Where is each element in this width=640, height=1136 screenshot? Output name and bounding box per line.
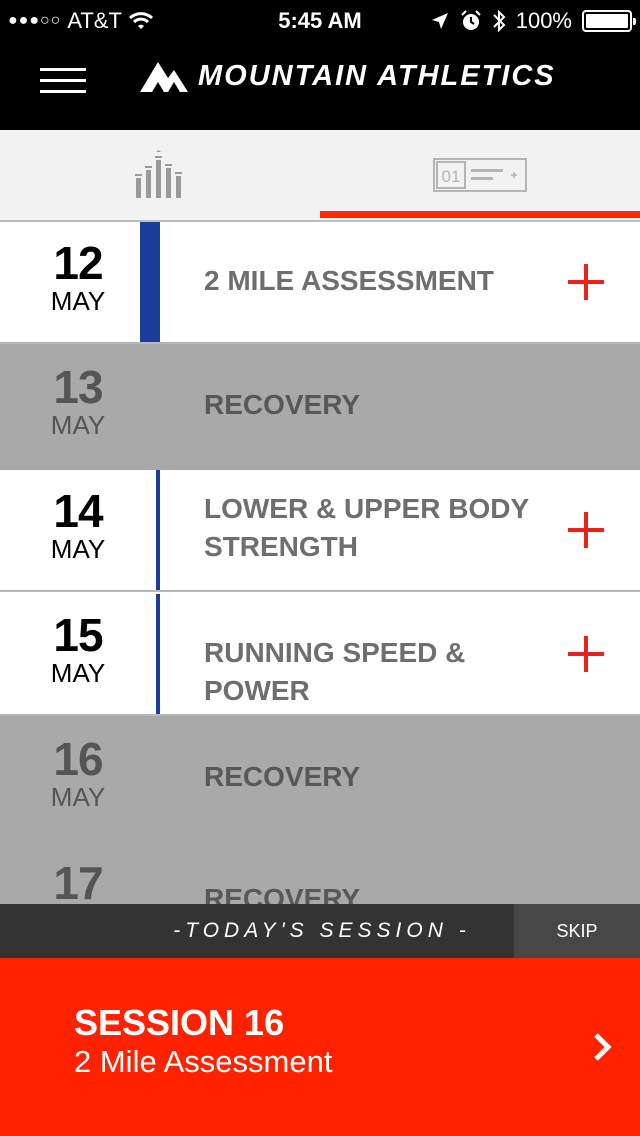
day-number: 14: [53, 485, 103, 537]
tab-schedule[interactable]: 01: [320, 130, 640, 220]
session-card[interactable]: SESSION 16 2 Mile Assessment: [0, 958, 640, 1136]
location-arrow-icon: [431, 13, 448, 29]
month-label: MAY: [50, 658, 106, 688]
schedule-row[interactable]: 14 MAY LOWER & UPPER BODY STRENGTH: [0, 470, 640, 592]
brand: MOUNTAIN ATHLETICS: [138, 58, 556, 94]
date-block: 13 MAY: [0, 364, 156, 440]
session-title: SESSION 16: [74, 1002, 285, 1043]
month-label: MAY: [50, 410, 106, 440]
todays-session-bar: -TODAY'S SESSION - SKIP: [0, 904, 640, 958]
date-block: 17: [0, 860, 156, 904]
status-bar: ●●●○○ AT&T 5:45 AM 100%: [0, 0, 640, 40]
workout-title: 2 MILE ASSESSMENT: [204, 265, 494, 296]
menu-icon[interactable]: [40, 68, 86, 94]
date-block: 16 MAY: [0, 736, 156, 812]
day-divider-bar: [156, 470, 160, 590]
date-block: 14 MAY: [0, 488, 156, 564]
skip-button[interactable]: SKIP: [514, 904, 640, 958]
date-block: 15 MAY: [0, 612, 156, 688]
workout-title: RECOVERY: [204, 389, 361, 420]
day-number: 12: [53, 237, 103, 289]
active-day-bar: [140, 222, 160, 342]
schedule-row[interactable]: 16 MAY RECOVERY 17 RECOVERY: [0, 716, 640, 904]
month-label: MAY: [50, 534, 106, 564]
add-plus-icon[interactable]: [568, 264, 604, 300]
active-tab-indicator: [320, 211, 640, 218]
schedule-row[interactable]: 12 MAY 2 MILE ASSESSMENT: [0, 222, 640, 344]
progress-chart-icon: [135, 150, 182, 198]
add-plus-icon[interactable]: [568, 636, 604, 672]
schedule-row[interactable]: 13 MAY RECOVERY: [0, 344, 640, 470]
battery-icon: [582, 10, 636, 32]
session-name: 2 Mile Assessment: [74, 1044, 333, 1079]
day-divider-bar: [156, 594, 160, 714]
month-label: MAY: [50, 782, 106, 812]
schedule-card-number: 01: [442, 167, 461, 186]
schedule-row[interactable]: 15 MAY RUNNING SPEED & POWER: [0, 594, 640, 716]
workout-title: RECOVERY: [204, 883, 361, 904]
tab-progress[interactable]: [0, 130, 320, 220]
schedule-list: 12 MAY 2 MILE ASSESSMENT 13 MAY RECOVERY…: [0, 222, 640, 904]
day-number: 17: [53, 857, 103, 904]
workout-title: RUNNING SPEED & POWER: [204, 637, 466, 706]
todays-session-label: -TODAY'S SESSION -: [173, 919, 471, 942]
app-header: MOUNTAIN ATHLETICS: [0, 40, 640, 130]
status-right: 100%: [430, 8, 636, 34]
date-block: 12 MAY: [0, 240, 156, 316]
add-plus-icon[interactable]: [568, 512, 604, 548]
alarm-icon: [461, 10, 481, 30]
day-number: 13: [53, 361, 103, 413]
app-title: MOUNTAIN ATHLETICS: [198, 59, 556, 92]
mountain-logo-icon: [140, 62, 188, 92]
view-tabs: 01: [0, 130, 640, 222]
chevron-right-icon[interactable]: [592, 1032, 612, 1062]
bluetooth-icon: [493, 9, 506, 33]
schedule-card-icon: 01: [433, 158, 527, 192]
battery-percent: 100%: [515, 8, 572, 33]
workout-title: RECOVERY: [204, 761, 361, 792]
workout-title: LOWER & UPPER BODY STRENGTH: [204, 493, 529, 562]
month-label: MAY: [50, 286, 106, 316]
day-number: 16: [53, 733, 103, 785]
day-number: 15: [53, 609, 103, 661]
